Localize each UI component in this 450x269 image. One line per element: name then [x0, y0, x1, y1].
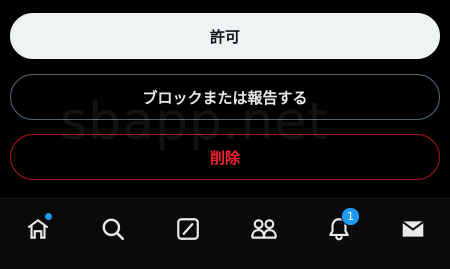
tab-search[interactable]	[95, 211, 131, 247]
notification-badge: 1	[341, 207, 360, 226]
tab-messages[interactable]	[395, 211, 431, 247]
allow-button-label: 許可	[209, 27, 240, 46]
home-unread-dot	[45, 213, 52, 220]
delete-button-label: 削除	[209, 148, 240, 167]
block-or-report-button-label: ブロックまたは報告する	[142, 88, 308, 107]
mail-icon	[402, 221, 424, 237]
communities-icon	[251, 219, 277, 239]
compose-icon	[177, 218, 199, 240]
bottom-tab-bar: 1	[0, 198, 450, 269]
allow-button[interactable]: 許可	[10, 13, 440, 59]
tab-notifications[interactable]: 1	[321, 207, 360, 247]
block-or-report-button[interactable]: ブロックまたは報告する	[10, 74, 440, 120]
tab-home[interactable]	[20, 211, 56, 247]
tab-compose[interactable]	[170, 211, 206, 247]
delete-button[interactable]: 削除	[10, 134, 440, 180]
tab-communities[interactable]	[246, 211, 282, 247]
message-request-screen: 許可 ブロックまたは報告する 削除 sbapp.net 1	[0, 0, 450, 269]
search-icon	[102, 218, 125, 241]
